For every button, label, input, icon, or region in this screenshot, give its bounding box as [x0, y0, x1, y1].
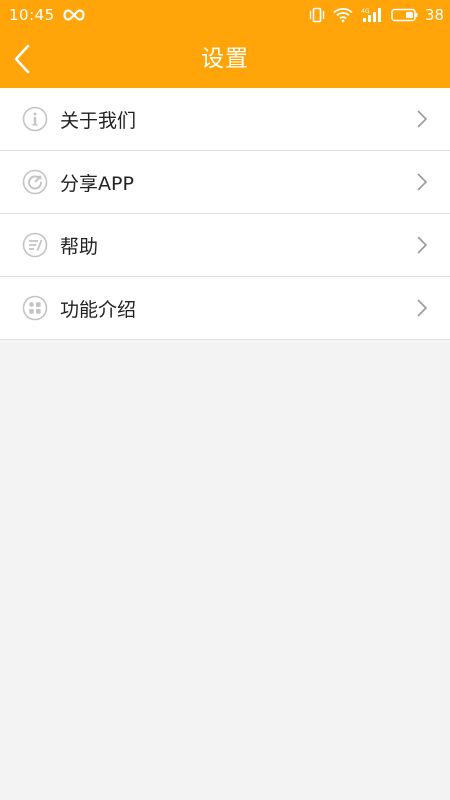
infinity-icon	[63, 9, 85, 21]
settings-menu: 关于我们 分享APP 帮助 功能介绍	[0, 88, 450, 340]
svg-text:4G: 4G	[361, 8, 370, 15]
status-left: 10:45	[9, 6, 85, 24]
help-icon	[22, 232, 48, 258]
info-icon	[22, 106, 48, 132]
menu-item-label: 功能介绍	[60, 298, 137, 321]
status-time: 10:45	[9, 6, 55, 24]
features-icon	[22, 295, 48, 321]
signal-4g-icon: 4G	[361, 8, 381, 22]
vibrate-icon	[309, 7, 325, 23]
chevron-right-icon	[417, 173, 428, 191]
battery-icon	[391, 8, 418, 22]
page-title: 设置	[201, 46, 249, 72]
menu-item-features[interactable]: 功能介绍	[0, 277, 450, 340]
app-bar: 设置	[0, 30, 450, 88]
status-bar: 10:45 4G 38	[0, 0, 450, 30]
menu-item-label: 分享APP	[60, 172, 134, 195]
wifi-icon	[333, 8, 353, 23]
chevron-right-icon	[417, 299, 428, 317]
menu-item-label: 帮助	[60, 235, 99, 258]
menu-item-help[interactable]: 帮助	[0, 214, 450, 277]
battery-level: 38	[424, 6, 444, 24]
menu-item-share-app[interactable]: 分享APP	[0, 151, 450, 214]
status-right: 4G 38	[309, 6, 444, 24]
menu-item-label: 关于我们	[60, 109, 137, 132]
chevron-right-icon	[417, 110, 428, 128]
chevron-right-icon	[417, 236, 428, 254]
share-icon	[22, 169, 48, 195]
menu-item-about-us[interactable]: 关于我们	[0, 88, 450, 151]
